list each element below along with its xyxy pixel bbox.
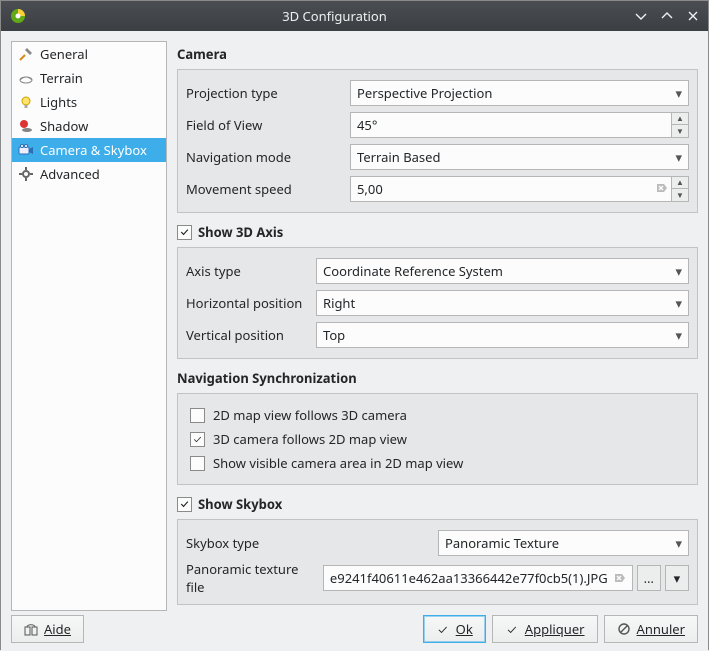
clear-icon[interactable] bbox=[655, 180, 667, 198]
axis-type-combo[interactable]: Coordinate Reference System ▾ bbox=[316, 258, 689, 284]
navsync-opt2-label: 3D camera follows 2D map view bbox=[213, 430, 407, 448]
speed-spinbox[interactable]: 5,00 ▲ ▼ bbox=[350, 176, 689, 202]
camera-icon bbox=[18, 142, 34, 158]
skybox-type-combo[interactable]: Panoramic Texture ▾ bbox=[438, 530, 689, 556]
file-options-button[interactable]: ▾ bbox=[665, 565, 689, 591]
skybox-file-label: Panoramic texture file bbox=[186, 560, 323, 596]
projection-type-label: Projection type bbox=[186, 84, 350, 102]
navsync-opt1-checkbox[interactable] bbox=[190, 408, 205, 423]
vpos-value: Top bbox=[323, 326, 668, 344]
sidebar-item-label: Lights bbox=[40, 93, 77, 111]
show-skybox-checkbox[interactable] bbox=[177, 497, 192, 512]
sidebar-item-lights[interactable]: Lights bbox=[12, 90, 166, 114]
sidebar-item-terrain[interactable]: Terrain bbox=[12, 66, 166, 90]
maximize-icon[interactable] bbox=[660, 9, 674, 23]
spin-up-icon[interactable]: ▲ bbox=[672, 113, 688, 125]
speed-label: Movement speed bbox=[186, 180, 350, 198]
vpos-label: Vertical position bbox=[186, 326, 316, 344]
skybox-file-value: e9241f40611e462aa13366442e77f0cb5(1).JPG bbox=[330, 569, 608, 587]
check-icon: ✓ bbox=[505, 622, 519, 636]
nav-mode-label: Navigation mode bbox=[186, 148, 350, 166]
projection-type-combo[interactable]: Perspective Projection ▾ bbox=[350, 80, 689, 106]
bulb-icon bbox=[18, 94, 34, 110]
terrain-icon bbox=[18, 70, 34, 86]
fov-label: Field of View bbox=[186, 116, 350, 134]
chevron-down-icon: ▾ bbox=[674, 569, 681, 587]
navsync-opt3-checkbox[interactable] bbox=[190, 456, 205, 471]
speed-value: 5,00 bbox=[357, 180, 655, 198]
help-button[interactable]: Aide bbox=[11, 615, 84, 643]
sidebar-item-label: Camera & Skybox bbox=[40, 141, 147, 159]
spin-down-icon[interactable]: ▼ bbox=[672, 125, 688, 137]
sidebar-item-shadow[interactable]: Shadow bbox=[12, 114, 166, 138]
skybox-type-value: Panoramic Texture bbox=[445, 534, 668, 552]
chevron-down-icon: ▾ bbox=[668, 148, 682, 166]
sidebar-item-general[interactable]: General bbox=[12, 42, 166, 66]
vpos-combo[interactable]: Top ▾ bbox=[316, 322, 689, 348]
group-camera: Projection type Perspective Projection ▾… bbox=[177, 69, 698, 213]
window-title: 3D Configuration bbox=[35, 7, 634, 25]
group-skybox: Skybox type Panoramic Texture ▾ Panorami… bbox=[177, 519, 698, 605]
sidebar-item-label: Shadow bbox=[40, 117, 88, 135]
section-skybox-heading: Show Skybox bbox=[198, 495, 282, 513]
titlebar: 3D Configuration bbox=[1, 1, 708, 31]
cancel-icon bbox=[617, 622, 631, 636]
hpos-label: Horizontal position bbox=[186, 294, 316, 312]
section-camera-heading: Camera bbox=[177, 45, 698, 63]
section-navsync-heading: Navigation Synchronization bbox=[177, 369, 698, 387]
fov-spinbox[interactable]: 45° ▲ ▼ bbox=[350, 112, 689, 138]
app-icon bbox=[9, 7, 27, 25]
ok-button[interactable]: ✓ Ok bbox=[423, 615, 486, 643]
gear-icon bbox=[18, 166, 34, 182]
navsync-opt3-label: Show visible camera area in 2D map view bbox=[213, 454, 463, 472]
hpos-value: Right bbox=[323, 294, 668, 312]
sidebar-item-label: Terrain bbox=[40, 69, 83, 87]
chevron-down-icon: ▾ bbox=[668, 326, 682, 344]
sidebar-item-advanced[interactable]: Advanced bbox=[12, 162, 166, 186]
navsync-opt1-label: 2D map view follows 3D camera bbox=[213, 406, 407, 424]
group-axis: Axis type Coordinate Reference System ▾ … bbox=[177, 247, 698, 359]
cancel-button[interactable]: Annuler bbox=[604, 615, 698, 643]
sidebar-item-label: General bbox=[40, 45, 88, 63]
group-navsync: 2D map view follows 3D camera 3D camera … bbox=[177, 393, 698, 485]
section-axis-heading: Show 3D Axis bbox=[198, 223, 283, 241]
tools-icon bbox=[18, 46, 34, 62]
content-panel: Camera Projection type Perspective Proje… bbox=[177, 41, 698, 611]
navsync-opt2-checkbox[interactable] bbox=[190, 432, 205, 447]
chevron-down-icon: ▾ bbox=[668, 262, 682, 280]
nav-mode-combo[interactable]: Terrain Based ▾ bbox=[350, 144, 689, 170]
browse-file-button[interactable]: … bbox=[637, 565, 661, 591]
fov-value: 45° bbox=[357, 116, 671, 134]
spin-up-icon[interactable]: ▲ bbox=[672, 177, 688, 189]
chevron-down-icon: ▾ bbox=[668, 84, 682, 102]
sidebar: General Terrain Lights Shadow Camera & S… bbox=[11, 41, 167, 611]
check-icon: ✓ bbox=[436, 622, 450, 636]
axis-type-label: Axis type bbox=[186, 262, 316, 280]
skybox-file-input[interactable]: e9241f40611e462aa13366442e77f0cb5(1).JPG bbox=[323, 565, 633, 591]
clear-icon[interactable] bbox=[612, 571, 626, 585]
footer: Aide ✓ Ok ✓ Appliquer Annuler bbox=[1, 611, 708, 651]
chevron-down-icon: ▾ bbox=[668, 294, 682, 312]
apply-button[interactable]: ✓ Appliquer bbox=[492, 615, 598, 643]
axis-type-value: Coordinate Reference System bbox=[323, 262, 668, 280]
projection-type-value: Perspective Projection bbox=[357, 84, 668, 102]
spin-down-icon[interactable]: ▼ bbox=[672, 189, 688, 201]
chevron-down-icon: ▾ bbox=[668, 534, 682, 552]
sidebar-item-camera-skybox[interactable]: Camera & Skybox bbox=[12, 138, 166, 162]
minimize-icon[interactable] bbox=[634, 9, 648, 23]
help-icon bbox=[24, 622, 38, 636]
shadow-icon bbox=[18, 118, 34, 134]
show-3d-axis-checkbox[interactable] bbox=[177, 225, 192, 240]
nav-mode-value: Terrain Based bbox=[357, 148, 668, 166]
hpos-combo[interactable]: Right ▾ bbox=[316, 290, 689, 316]
sidebar-item-label: Advanced bbox=[40, 165, 100, 183]
close-icon[interactable] bbox=[686, 9, 700, 23]
skybox-type-label: Skybox type bbox=[186, 534, 438, 552]
